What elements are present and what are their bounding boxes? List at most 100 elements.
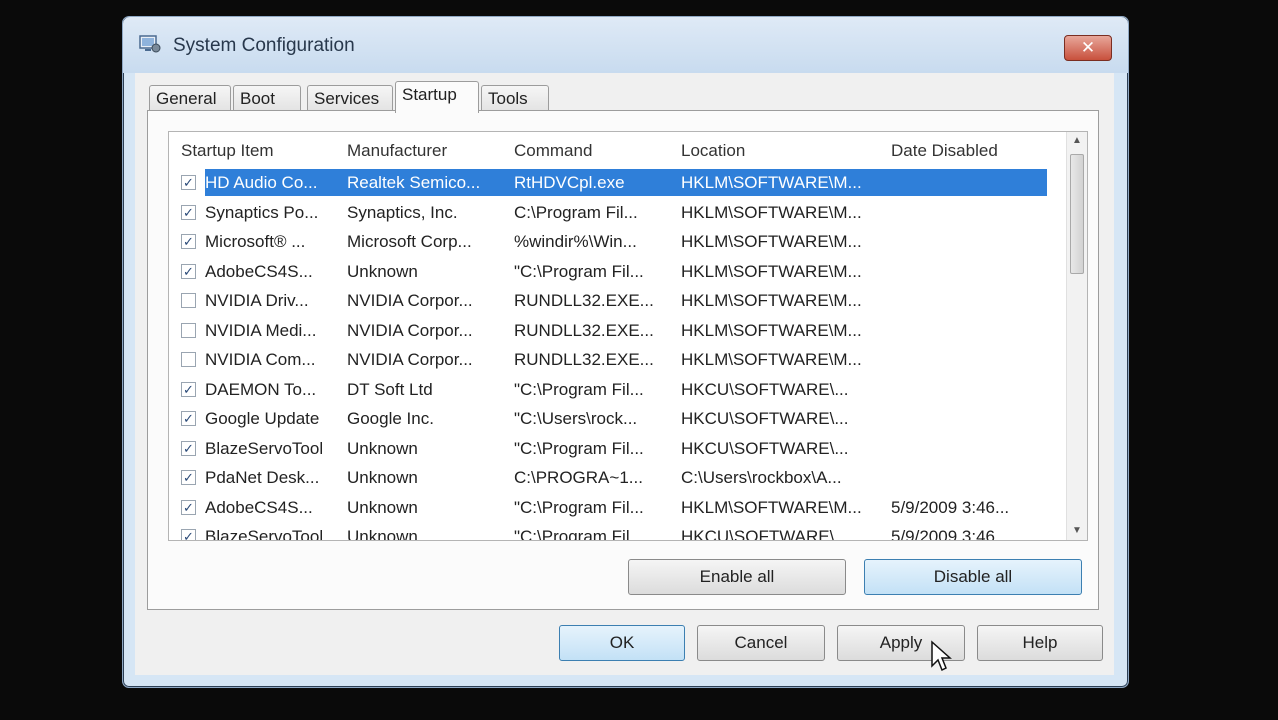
- table-row[interactable]: ✓ AdobeCS4S... Unknown "C:\Program Fil... HK…: [169, 257, 1067, 286]
- cell-command: "C:\Program Fil...: [514, 497, 644, 517]
- window-title: System Configuration: [173, 35, 355, 56]
- column-header-startup-item[interactable]: Startup Item: [181, 141, 274, 161]
- tab-label: Tools: [488, 89, 528, 108]
- row-checkbox[interactable]: ✓: [181, 204, 196, 220]
- system-config-icon: [139, 35, 161, 53]
- ok-button[interactable]: OK: [559, 625, 685, 661]
- table-row[interactable]: NVIDIA Driv... NVIDIA Corpor... RUNDLL32.E…: [169, 286, 1067, 315]
- startup-tab-panel: Startup Item Manufacturer Command Locati…: [147, 110, 1099, 610]
- table-row[interactable]: ✓ HD Audio Co... Realtek Semico... RtHDVCpl…: [169, 168, 1067, 197]
- cell-command: "C:\Program Fil...: [514, 379, 644, 399]
- cell-item: NVIDIA Com...: [205, 350, 316, 369]
- table-row[interactable]: ✓ AdobeCS4S... Unknown "C:\Program Fil... HK…: [169, 493, 1067, 522]
- chevron-up-icon[interactable]: ▲: [1067, 132, 1087, 150]
- cell-location: HKLM\SOFTWARE\M...: [681, 320, 862, 340]
- cell-location: HKLM\SOFTWARE\M...: [681, 202, 862, 222]
- row-checkbox[interactable]: ✓: [181, 499, 196, 515]
- row-checkbox[interactable]: [181, 352, 196, 367]
- cell-item: BlazeServoTool: [205, 438, 324, 458]
- cell-manufacturer: Synaptics, Inc.: [347, 202, 458, 222]
- cell-manufacturer: Google Inc.: [347, 409, 434, 428]
- cell-manufacturer: Realtek Semico...: [347, 173, 481, 192]
- cell-manufacturer: Unknown: [347, 261, 418, 281]
- cell-item: HD Audio Co...: [205, 173, 318, 192]
- cell-item: Google Update: [205, 409, 320, 428]
- table-row[interactable]: NVIDIA Medi... NVIDIA Corpor... RUNDLL32.E…: [169, 316, 1067, 345]
- cell-item: Synaptics Po...: [205, 202, 319, 222]
- cell-item: AdobeCS4S...: [205, 261, 313, 281]
- tab-label: Boot: [240, 89, 275, 108]
- table-row[interactable]: ✓ BlazeServoTool Unknown "C:\Program Fil...…: [169, 522, 1067, 541]
- list-header: Startup Item Manufacturer Command Locati…: [169, 132, 1067, 166]
- cell-manufacturer: NVIDIA Corpor...: [347, 350, 473, 369]
- cell-manufacturer: DT Soft Ltd: [347, 379, 433, 399]
- row-checkbox[interactable]: ✓: [181, 529, 196, 540]
- row-checkbox[interactable]: ✓: [181, 440, 196, 456]
- cell-command: "C:\Program Fil...: [514, 527, 644, 541]
- cell-command: "C:\Program Fil...: [514, 438, 644, 458]
- cell-location: HKLM\SOFTWARE\M...: [681, 261, 862, 281]
- startup-items-list[interactable]: Startup Item Manufacturer Command Locati…: [168, 131, 1088, 541]
- cell-manufacturer: Unknown: [347, 497, 418, 517]
- cell-location: HKLM\SOFTWARE\M...: [681, 173, 862, 192]
- cell-item: PdaNet Desk...: [205, 468, 320, 487]
- cell-location: HKCU\SOFTWARE\...: [681, 527, 849, 541]
- cell-command: C:\PROGRA~1...: [514, 468, 643, 487]
- row-checkbox[interactable]: ✓: [181, 470, 196, 485]
- table-row[interactable]: ✓ Microsoft® ... Microsoft Corp... %windir%…: [169, 227, 1067, 256]
- column-header-location[interactable]: Location: [681, 141, 745, 161]
- column-header-command[interactable]: Command: [514, 141, 592, 161]
- vertical-scrollbar[interactable]: ▲ ▼: [1066, 132, 1087, 540]
- system-configuration-window: System Configuration ✕ General Boot Serv…: [122, 16, 1129, 688]
- cell-item: Microsoft® ...: [205, 232, 306, 251]
- table-row[interactable]: ✓ PdaNet Desk... Unknown C:\PROGRA~1... C:\U…: [169, 463, 1067, 492]
- column-header-date-disabled[interactable]: Date Disabled: [891, 141, 998, 161]
- close-icon: ✕: [1080, 38, 1096, 57]
- tab-tools[interactable]: Tools: [481, 85, 549, 111]
- close-button[interactable]: ✕: [1064, 35, 1112, 61]
- disable-all-button[interactable]: Disable all: [864, 559, 1082, 595]
- cancel-button[interactable]: Cancel: [697, 625, 825, 661]
- tab-general[interactable]: General: [149, 85, 231, 111]
- tab-label: Startup: [402, 85, 457, 104]
- cell-item: AdobeCS4S...: [205, 497, 313, 517]
- row-checkbox[interactable]: ✓: [181, 175, 196, 190]
- table-row[interactable]: ✓ Synaptics Po... Synaptics, Inc. C:\Progra…: [169, 198, 1067, 227]
- cell-manufacturer: NVIDIA Corpor...: [347, 320, 473, 340]
- table-row[interactable]: ✓ Google Update Google Inc. "C:\Users\rock.…: [169, 404, 1067, 433]
- cell-location: HKCU\SOFTWARE\...: [681, 379, 849, 399]
- help-button[interactable]: Help: [977, 625, 1103, 661]
- cell-date-disabled: 5/9/2009 3:46...: [891, 497, 1010, 517]
- column-header-manufacturer[interactable]: Manufacturer: [347, 141, 447, 161]
- tab-label: General: [156, 89, 217, 108]
- tab-startup[interactable]: Startup: [395, 81, 479, 113]
- row-checkbox[interactable]: ✓: [181, 381, 196, 397]
- cell-manufacturer: Unknown: [347, 438, 418, 458]
- cell-command: RUNDLL32.EXE...: [514, 320, 654, 340]
- cell-command: RUNDLL32.EXE...: [514, 291, 654, 310]
- table-row[interactable]: ✓ DAEMON To... DT Soft Ltd "C:\Program Fil.…: [169, 375, 1067, 404]
- cell-item: DAEMON To...: [205, 379, 317, 399]
- row-checkbox[interactable]: ✓: [181, 411, 196, 426]
- chevron-down-icon[interactable]: ▼: [1067, 522, 1087, 540]
- title-bar[interactable]: System Configuration ✕: [123, 17, 1128, 73]
- tab-services[interactable]: Services: [307, 85, 393, 111]
- row-checkbox[interactable]: [181, 322, 196, 338]
- cell-manufacturer: Unknown: [347, 527, 418, 541]
- row-checkbox[interactable]: [181, 293, 196, 308]
- row-checkbox[interactable]: ✓: [181, 234, 196, 249]
- table-row[interactable]: NVIDIA Com... NVIDIA Corpor... RUNDLL32.EX…: [169, 345, 1067, 374]
- cell-command: %windir%\Win...: [514, 232, 637, 251]
- cell-manufacturer: NVIDIA Corpor...: [347, 291, 473, 310]
- cell-command: "C:\Program Fil...: [514, 261, 644, 281]
- mouse-pointer-icon: [931, 640, 952, 672]
- cell-command: RUNDLL32.EXE...: [514, 350, 654, 369]
- cell-item: NVIDIA Driv...: [205, 291, 309, 310]
- enable-all-button[interactable]: Enable all: [628, 559, 846, 595]
- row-checkbox[interactable]: ✓: [181, 263, 196, 279]
- cell-command: RtHDVCpl.exe: [514, 173, 625, 192]
- tab-boot[interactable]: Boot: [233, 85, 301, 111]
- scroll-thumb[interactable]: [1070, 154, 1084, 274]
- table-row[interactable]: ✓ BlazeServoTool Unknown "C:\Program Fil...…: [169, 434, 1067, 463]
- cell-location: HKCU\SOFTWARE\...: [681, 409, 849, 428]
